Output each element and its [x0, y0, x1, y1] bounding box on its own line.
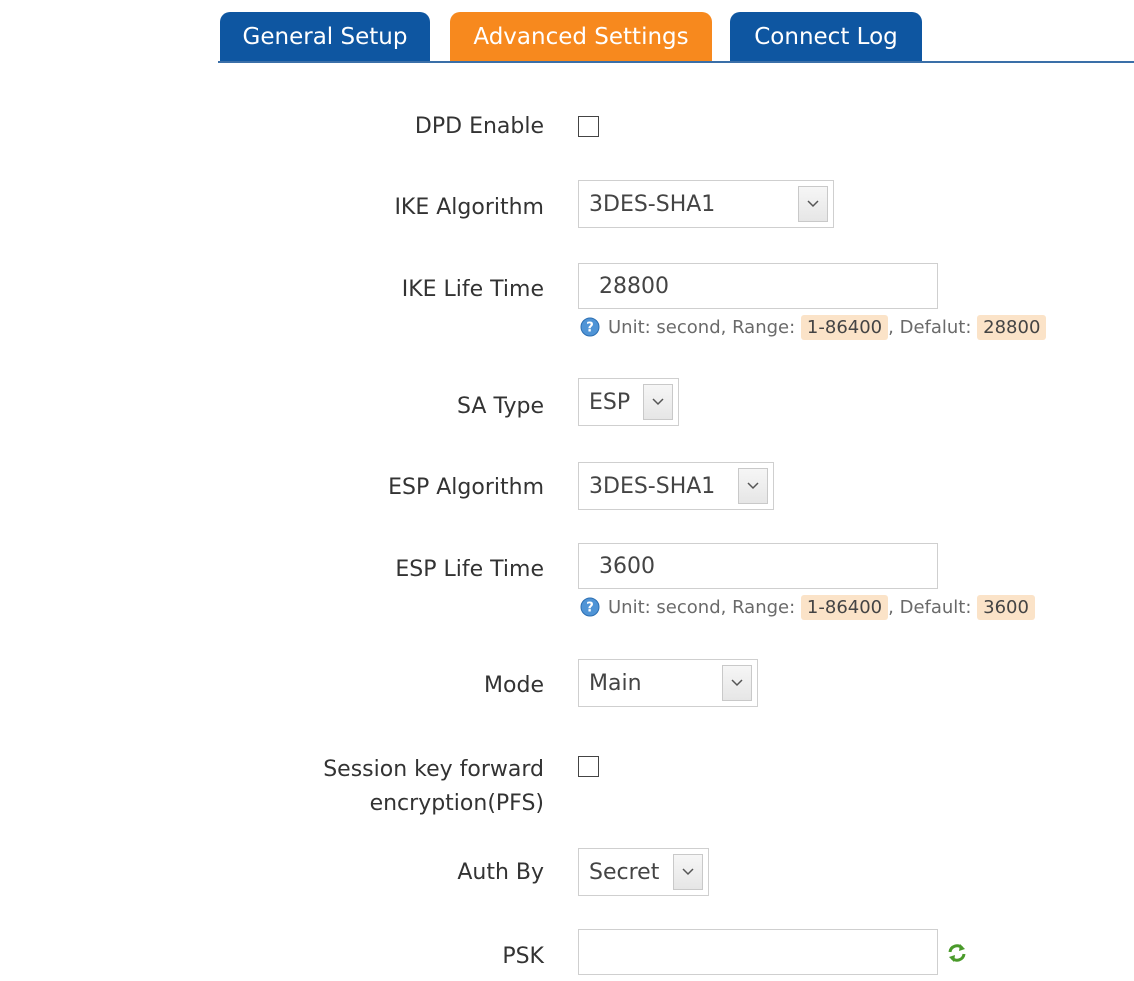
question-circle-icon: ?: [580, 597, 600, 617]
tab-underline: [218, 61, 1134, 63]
tab-general-setup[interactable]: General Setup: [220, 12, 430, 61]
ike-life-time-input[interactable]: [578, 263, 938, 309]
sa-type-label: SA Type: [457, 394, 544, 419]
esp-algorithm-select[interactable]: 3DES-SHA1: [578, 462, 774, 510]
pfs-label: Session key forward encryption(PFS): [323, 753, 544, 821]
mode-label: Mode: [484, 673, 544, 698]
psk-label: PSK: [502, 944, 544, 969]
tab-bar: General Setup Advanced Settings Connect …: [218, 12, 1134, 63]
ike-hint-default: 28800: [977, 314, 1047, 340]
ike-life-time-hint: ? Unit: second, Range: 1-86400, Defalut:…: [580, 313, 1047, 341]
chevron-down-icon: [798, 186, 828, 222]
refresh-icon[interactable]: [946, 942, 968, 968]
tab-connect-log[interactable]: Connect Log: [730, 12, 922, 61]
tab-advanced-settings[interactable]: Advanced Settings: [450, 12, 712, 61]
esp-life-time-label: ESP Life Time: [395, 557, 544, 582]
esp-algorithm-label: ESP Algorithm: [388, 475, 544, 500]
ike-hint-range: 1-86400: [800, 314, 889, 340]
mode-select[interactable]: Main: [578, 659, 758, 707]
ike-algorithm-label: IKE Algorithm: [394, 195, 544, 220]
ike-algorithm-select[interactable]: 3DES-SHA1: [578, 180, 834, 228]
auth-by-label: Auth By: [457, 860, 544, 885]
esp-algorithm-value: 3DES-SHA1: [589, 473, 716, 499]
chevron-down-icon: [738, 468, 768, 504]
sa-type-value: ESP: [589, 389, 631, 415]
chevron-down-icon: [722, 665, 752, 701]
esp-hint-unit: Unit: second, Range:: [608, 596, 796, 618]
mode-value: Main: [589, 670, 642, 696]
esp-hint-sep: , Default:: [888, 596, 972, 618]
question-circle-icon: ?: [580, 317, 600, 337]
auth-by-select[interactable]: Secret: [578, 848, 709, 896]
psk-input[interactable]: [578, 929, 938, 975]
ike-life-time-label: IKE Life Time: [401, 277, 544, 302]
ike-hint-unit: Unit: second, Range:: [608, 316, 796, 338]
esp-hint-range: 1-86400: [800, 594, 889, 620]
pfs-label-line1: Session key forward: [323, 757, 544, 782]
esp-life-time-hint: ? Unit: second, Range: 1-86400, Default:…: [580, 593, 1035, 621]
pfs-label-line2: encryption(PFS): [369, 791, 544, 816]
ike-hint-sep: , Defalut:: [888, 316, 972, 338]
chevron-down-icon: [643, 384, 673, 420]
svg-text:?: ?: [586, 321, 594, 336]
auth-by-value: Secret: [589, 859, 660, 885]
chevron-down-icon: [673, 854, 703, 890]
sa-type-select[interactable]: ESP: [578, 378, 679, 426]
esp-life-time-input[interactable]: [578, 543, 938, 589]
esp-hint-default: 3600: [977, 594, 1035, 620]
ike-algorithm-value: 3DES-SHA1: [589, 191, 716, 217]
dpd-enable-checkbox[interactable]: [578, 116, 599, 137]
dpd-enable-label: DPD Enable: [414, 114, 544, 139]
svg-text:?: ?: [586, 601, 594, 616]
pfs-checkbox[interactable]: [578, 756, 599, 777]
